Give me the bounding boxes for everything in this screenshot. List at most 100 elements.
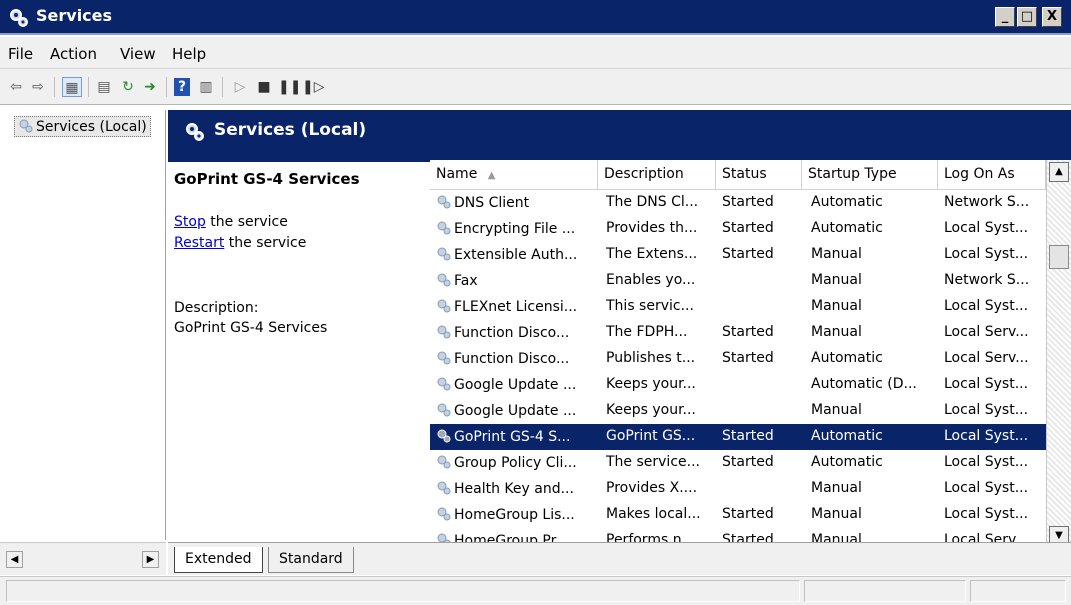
tree-horizontal-scrollbar[interactable]: ◀ ▶ <box>0 542 166 575</box>
cell-description: GoPrint GS... <box>606 428 696 444</box>
table-row[interactable]: Encrypting File ... Provides th... Started… <box>430 216 1046 242</box>
export-list-icon[interactable]: ➜ <box>140 77 160 97</box>
toolbar: ⇦ ⇨ ▦ ▤ ↻ ➜ ? ▥ ▷ ■ ❚❚ ❚▷ <box>0 69 1071 105</box>
service-gear-icon <box>436 480 452 496</box>
cell-status: Started <box>722 350 774 366</box>
service-gear-icon <box>436 272 452 288</box>
restart-service-link[interactable]: Restart <box>174 235 224 251</box>
table-row[interactable]: Google Update ... Keeps your... Automatic … <box>430 372 1046 398</box>
pause-service-icon[interactable]: ❚❚ <box>278 77 301 97</box>
table-row[interactable]: HomeGroup Lis... Makes local... Started Man… <box>430 502 1046 528</box>
cell-description: Provides th... <box>606 220 698 236</box>
table-row[interactable]: GoPrint GS-4 S... GoPrint GS... Started Aut… <box>430 424 1046 450</box>
minimize-button[interactable]: _ <box>995 7 1015 27</box>
service-name-text: HomeGroup Lis... <box>454 507 575 523</box>
stop-link-suffix: the service <box>205 214 288 230</box>
cell-startup-type: Manual <box>811 272 862 288</box>
list-header: Name ▲ Description Status Startup Type L… <box>430 160 1046 190</box>
stop-action: Stop the service <box>174 214 288 230</box>
status-panel <box>970 580 1066 602</box>
column-startup-label: Startup Type <box>808 166 897 182</box>
column-header-status[interactable]: Status <box>716 160 802 190</box>
restart-action: Restart the service <box>174 235 306 251</box>
service-gear-icon <box>436 428 452 444</box>
service-gear-icon <box>436 220 452 236</box>
table-row[interactable]: FLEXnet Licensi... This servic... Manual Lo… <box>430 294 1046 320</box>
description-text: GoPrint GS-4 Services <box>174 320 328 336</box>
column-header-description[interactable]: Description <box>598 160 716 190</box>
refresh-icon[interactable]: ↻ <box>118 77 138 97</box>
table-row[interactable]: HomeGroup Pr... Performs n... Started Manua… <box>430 528 1046 542</box>
table-row[interactable]: Fax Enables yo... Manual Network S... <box>430 268 1046 294</box>
forward-arrow-icon[interactable]: ⇨ <box>28 77 48 97</box>
menu-action[interactable]: Action <box>50 45 97 63</box>
scroll-right-icon[interactable]: ▶ <box>142 551 159 568</box>
start-service-icon[interactable]: ▷ <box>230 77 250 97</box>
cell-description: This servic... <box>606 298 694 314</box>
cell-startup-type: Manual <box>811 532 862 542</box>
cell-name: Extensible Auth... <box>436 246 598 263</box>
cell-log-on-as: Local Serv... <box>944 350 1029 366</box>
show-action-pane-icon[interactable]: ▥ <box>196 77 216 97</box>
help-icon[interactable]: ? <box>174 78 190 96</box>
show-hide-tree-icon[interactable]: ▦ <box>62 77 82 97</box>
cell-description: Keeps your... <box>606 376 696 392</box>
cell-log-on-as: Local Syst... <box>944 376 1029 392</box>
scroll-thumb[interactable] <box>1049 245 1069 269</box>
table-row[interactable]: Group Policy Cli... The service... Started… <box>430 450 1046 476</box>
table-row[interactable]: Extensible Auth... The Extens... Started Ma… <box>430 242 1046 268</box>
toolbar-separator <box>54 77 55 97</box>
stop-service-link[interactable]: Stop <box>174 214 206 230</box>
cell-description: Provides X.... <box>606 480 698 496</box>
cell-name: Health Key and... <box>436 480 598 497</box>
cell-startup-type: Automatic <box>811 454 883 470</box>
tree-pane: Services (Local) <box>0 110 166 540</box>
table-row[interactable]: DNS Client The DNS Cl... Started Automatic N… <box>430 190 1046 216</box>
maximize-button[interactable]: □ <box>1017 7 1037 27</box>
cell-startup-type: Automatic <box>811 350 883 366</box>
tab-extended[interactable]: Extended <box>174 547 263 573</box>
service-gear-icon <box>436 506 452 522</box>
table-row[interactable]: Function Disco... Publishes t... Started Au… <box>430 346 1046 372</box>
cell-log-on-as: Local Syst... <box>944 506 1029 522</box>
tree-node-label: Services (Local) <box>36 119 147 135</box>
restart-service-icon[interactable]: ❚▷ <box>302 77 325 97</box>
cell-log-on-as: Local Syst... <box>944 298 1029 314</box>
properties-icon[interactable]: ▤ <box>94 77 114 97</box>
description-label: Description: <box>174 300 259 316</box>
service-name-text: Google Update ... <box>454 403 577 419</box>
tree-node-services-local[interactable]: Services (Local) <box>14 116 151 137</box>
cell-startup-type: Manual <box>811 480 862 496</box>
scroll-up-icon[interactable]: ▲ <box>1049 162 1069 182</box>
cell-log-on-as: Network S... <box>944 194 1030 210</box>
service-gear-icon <box>436 298 452 314</box>
menu-file[interactable]: File <box>8 45 33 63</box>
service-gear-icon <box>436 324 452 340</box>
back-arrow-icon[interactable]: ⇦ <box>6 77 26 97</box>
cell-description: The Extens... <box>606 246 698 262</box>
cell-name: Google Update ... <box>436 402 598 419</box>
cell-description: The FDPH... <box>606 324 688 340</box>
service-name-text: DNS Client <box>454 195 530 211</box>
cell-description: The DNS Cl... <box>606 194 699 210</box>
close-button[interactable]: X <box>1042 7 1062 27</box>
column-header-startup-type[interactable]: Startup Type <box>802 160 938 190</box>
menu-view[interactable]: View <box>120 45 156 63</box>
column-header-log-on-as[interactable]: Log On As <box>938 160 1046 190</box>
table-row[interactable]: Health Key and... Provides X.... Manual Loc… <box>430 476 1046 502</box>
services-list[interactable]: Name ▲ Description Status Startup Type L… <box>430 160 1046 542</box>
stop-service-icon[interactable]: ■ <box>254 77 274 97</box>
cell-startup-type: Manual <box>811 298 862 314</box>
tab-standard[interactable]: Standard <box>268 547 354 573</box>
column-header-name[interactable]: Name ▲ <box>430 160 598 190</box>
table-row[interactable]: Google Update ... Keeps your... Manual Loca… <box>430 398 1046 424</box>
menu-help[interactable]: Help <box>172 45 206 63</box>
cell-description: Keeps your... <box>606 402 696 418</box>
list-vertical-scrollbar[interactable]: ▲ ▼ <box>1046 160 1071 546</box>
cell-startup-type: Automatic <box>811 428 883 444</box>
toolbar-separator <box>166 77 167 97</box>
scroll-left-icon[interactable]: ◀ <box>6 551 23 568</box>
cell-description: Enables yo... <box>606 272 696 288</box>
services-gear-icon <box>8 7 30 29</box>
table-row[interactable]: Function Disco... The FDPH... Started Manua… <box>430 320 1046 346</box>
